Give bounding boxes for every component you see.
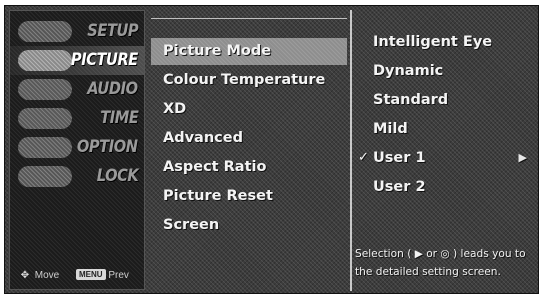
- lock-icon: [18, 166, 72, 187]
- checkmark-icon: ✓: [358, 150, 369, 165]
- category-label: OPTION: [77, 137, 138, 157]
- category-label: SETUP: [87, 21, 138, 41]
- column-divider: [350, 10, 352, 291]
- category-audio[interactable]: AUDIO: [10, 75, 144, 104]
- menu-item-picture-reset[interactable]: Picture Reset: [151, 183, 347, 210]
- navigation-hint: ✥ Move MENU Prev: [18, 269, 144, 283]
- menu-item-advanced[interactable]: Advanced: [151, 125, 347, 152]
- time-icon: [18, 108, 72, 129]
- category-picture[interactable]: PICTURE: [10, 46, 144, 75]
- option-intelligent-eye[interactable]: Intelligent Eye: [355, 28, 535, 56]
- picture-icon: [18, 50, 72, 71]
- category-sidebar: SETUP PICTURE AUDIO TIME OPTION LOCK ✥ M…: [9, 10, 145, 290]
- option-label: Intelligent Eye: [373, 34, 493, 50]
- option-label: Dynamic: [373, 63, 444, 79]
- move-label: Move: [34, 270, 60, 281]
- menu-item-screen[interactable]: Screen: [151, 212, 347, 239]
- help-text-line-2: the detailed setting screen.: [355, 266, 501, 278]
- setup-icon: [18, 21, 72, 42]
- option-user-2[interactable]: User 2: [355, 173, 535, 201]
- help-text-line-1: Selection ( ▶ or ◎ ) leads you to: [355, 248, 526, 260]
- tv-osd-screen: SETUP PICTURE AUDIO TIME OPTION LOCK ✥ M…: [4, 5, 539, 294]
- picture-menu: Picture Mode Colour Temperature XD Advan…: [151, 18, 347, 290]
- option-standard[interactable]: Standard: [355, 86, 535, 114]
- menu-item-xd[interactable]: XD: [151, 96, 347, 123]
- category-label: LOCK: [96, 166, 138, 186]
- option-icon: [18, 137, 72, 158]
- audio-icon: [18, 79, 72, 100]
- option-label: Standard: [373, 92, 449, 108]
- menu-item-colour-temperature[interactable]: Colour Temperature: [151, 67, 347, 94]
- option-label: User 1: [373, 150, 426, 166]
- option-mild[interactable]: Mild: [355, 115, 535, 143]
- option-user-1[interactable]: ✓ User 1 ▶: [355, 144, 535, 172]
- category-label: PICTURE: [71, 50, 138, 70]
- category-label: TIME: [99, 108, 139, 128]
- category-lock[interactable]: LOCK: [10, 162, 144, 191]
- help-text: Selection ( ▶ or ◎ ) leads you to the de…: [355, 245, 538, 281]
- option-label: Mild: [373, 121, 408, 137]
- move-icon: ✥: [20, 270, 30, 281]
- menu-item-picture-mode[interactable]: Picture Mode: [151, 38, 347, 65]
- category-time[interactable]: TIME: [10, 104, 144, 133]
- menu-item-aspect-ratio[interactable]: Aspect Ratio: [151, 154, 347, 181]
- category-setup[interactable]: SETUP: [10, 17, 144, 46]
- category-label: AUDIO: [87, 79, 139, 99]
- right-arrow-icon: ▶: [518, 151, 527, 164]
- option-dynamic[interactable]: Dynamic: [355, 57, 535, 85]
- prev-label: Prev: [108, 270, 129, 281]
- category-option[interactable]: OPTION: [10, 133, 144, 162]
- menu-key-icon: MENU: [76, 269, 106, 280]
- option-label: User 2: [373, 179, 426, 195]
